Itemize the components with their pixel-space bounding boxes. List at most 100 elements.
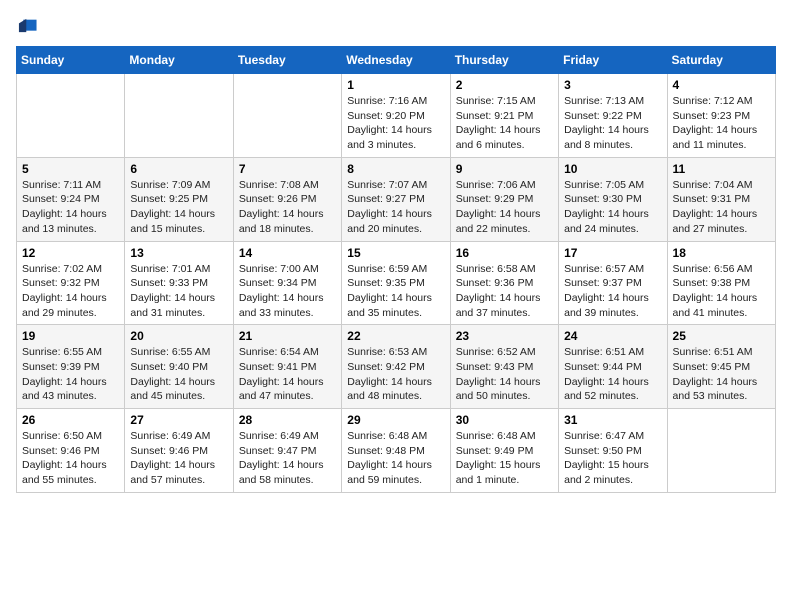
day-info: Sunrise: 7:16 AMSunset: 9:20 PMDaylight:… <box>347 94 444 153</box>
day-info: Sunrise: 7:09 AMSunset: 9:25 PMDaylight:… <box>130 178 227 237</box>
day-number: 3 <box>564 78 661 92</box>
day-number: 9 <box>456 162 553 176</box>
day-number: 8 <box>347 162 444 176</box>
day-info: Sunrise: 7:15 AMSunset: 9:21 PMDaylight:… <box>456 94 553 153</box>
calendar-cell: 21 Sunrise: 6:54 AMSunset: 9:41 PMDayligh… <box>233 325 341 409</box>
day-info: Sunrise: 6:55 AMSunset: 9:39 PMDaylight:… <box>22 345 119 404</box>
day-info: Sunrise: 6:54 AMSunset: 9:41 PMDaylight:… <box>239 345 336 404</box>
day-number: 18 <box>673 246 770 260</box>
calendar-cell: 7 Sunrise: 7:08 AMSunset: 9:26 PMDaylight… <box>233 157 341 241</box>
calendar-week-row: 26 Sunrise: 6:50 AMSunset: 9:46 PMDayligh… <box>17 409 776 493</box>
day-number: 31 <box>564 413 661 427</box>
day-number: 19 <box>22 329 119 343</box>
calendar-cell: 10Sunrise: 7:05 AMSunset: 9:30 PMDayligh… <box>559 157 667 241</box>
day-info: Sunrise: 6:48 AMSunset: 9:49 PMDaylight:… <box>456 429 553 488</box>
day-number: 6 <box>130 162 227 176</box>
calendar-day-header: Friday <box>559 47 667 74</box>
calendar-cell: 27 Sunrise: 6:49 AMSunset: 9:46 PMDayligh… <box>125 409 233 493</box>
day-number: 11 <box>673 162 770 176</box>
day-info: Sunrise: 6:50 AMSunset: 9:46 PMDaylight:… <box>22 429 119 488</box>
logo <box>16 16 42 38</box>
calendar-cell: 12Sunrise: 7:02 AMSunset: 9:32 PMDayligh… <box>17 241 125 325</box>
calendar-cell: 2 Sunrise: 7:15 AMSunset: 9:21 PMDaylight… <box>450 74 558 158</box>
day-info: Sunrise: 7:00 AMSunset: 9:34 PMDaylight:… <box>239 262 336 321</box>
day-number: 20 <box>130 329 227 343</box>
day-number: 17 <box>564 246 661 260</box>
calendar-week-row: 12Sunrise: 7:02 AMSunset: 9:32 PMDayligh… <box>17 241 776 325</box>
day-info: Sunrise: 6:52 AMSunset: 9:43 PMDaylight:… <box>456 345 553 404</box>
calendar-cell: 1 Sunrise: 7:16 AMSunset: 9:20 PMDaylight… <box>342 74 450 158</box>
calendar-cell: 15 Sunrise: 6:59 AMSunset: 9:35 PMDayligh… <box>342 241 450 325</box>
day-info: Sunrise: 6:48 AMSunset: 9:48 PMDaylight:… <box>347 429 444 488</box>
day-info: Sunrise: 7:12 AMSunset: 9:23 PMDaylight:… <box>673 94 770 153</box>
calendar-cell <box>233 74 341 158</box>
day-number: 23 <box>456 329 553 343</box>
calendar-cell: 16 Sunrise: 6:58 AMSunset: 9:36 PMDayligh… <box>450 241 558 325</box>
day-info: Sunrise: 7:01 AMSunset: 9:33 PMDaylight:… <box>130 262 227 321</box>
day-number: 7 <box>239 162 336 176</box>
calendar-day-header: Monday <box>125 47 233 74</box>
day-number: 29 <box>347 413 444 427</box>
calendar-day-header: Sunday <box>17 47 125 74</box>
day-number: 4 <box>673 78 770 92</box>
calendar-table: SundayMondayTuesdayWednesdayThursdayFrid… <box>16 46 776 493</box>
day-info: Sunrise: 6:53 AMSunset: 9:42 PMDaylight:… <box>347 345 444 404</box>
calendar-cell: 4 Sunrise: 7:12 AMSunset: 9:23 PMDaylight… <box>667 74 775 158</box>
day-info: Sunrise: 6:55 AMSunset: 9:40 PMDaylight:… <box>130 345 227 404</box>
calendar-cell: 20 Sunrise: 6:55 AMSunset: 9:40 PMDayligh… <box>125 325 233 409</box>
day-info: Sunrise: 6:57 AMSunset: 9:37 PMDaylight:… <box>564 262 661 321</box>
calendar-week-row: 19 Sunrise: 6:55 AMSunset: 9:39 PMDayligh… <box>17 325 776 409</box>
calendar-cell: 19 Sunrise: 6:55 AMSunset: 9:39 PMDayligh… <box>17 325 125 409</box>
day-number: 16 <box>456 246 553 260</box>
calendar-week-row: 5Sunrise: 7:11 AMSunset: 9:24 PMDaylight… <box>17 157 776 241</box>
calendar-cell: 9 Sunrise: 7:06 AMSunset: 9:29 PMDaylight… <box>450 157 558 241</box>
day-info: Sunrise: 7:11 AMSunset: 9:24 PMDaylight:… <box>22 178 119 237</box>
calendar-cell <box>667 409 775 493</box>
day-number: 28 <box>239 413 336 427</box>
day-number: 2 <box>456 78 553 92</box>
calendar-cell: 13 Sunrise: 7:01 AMSunset: 9:33 PMDayligh… <box>125 241 233 325</box>
calendar-cell: 22Sunrise: 6:53 AMSunset: 9:42 PMDayligh… <box>342 325 450 409</box>
calendar-day-header: Thursday <box>450 47 558 74</box>
calendar-cell: 17 Sunrise: 6:57 AMSunset: 9:37 PMDayligh… <box>559 241 667 325</box>
day-number: 1 <box>347 78 444 92</box>
day-number: 21 <box>239 329 336 343</box>
calendar-day-header: Saturday <box>667 47 775 74</box>
day-info: Sunrise: 6:49 AMSunset: 9:47 PMDaylight:… <box>239 429 336 488</box>
day-info: Sunrise: 6:47 AMSunset: 9:50 PMDaylight:… <box>564 429 661 488</box>
logo-icon <box>16 16 38 38</box>
day-number: 24 <box>564 329 661 343</box>
calendar-cell: 24Sunrise: 6:51 AMSunset: 9:44 PMDayligh… <box>559 325 667 409</box>
day-info: Sunrise: 6:59 AMSunset: 9:35 PMDaylight:… <box>347 262 444 321</box>
page-header <box>16 16 776 38</box>
day-info: Sunrise: 6:58 AMSunset: 9:36 PMDaylight:… <box>456 262 553 321</box>
calendar-cell: 25Sunrise: 6:51 AMSunset: 9:45 PMDayligh… <box>667 325 775 409</box>
calendar-cell: 28 Sunrise: 6:49 AMSunset: 9:47 PMDayligh… <box>233 409 341 493</box>
day-number: 13 <box>130 246 227 260</box>
day-number: 12 <box>22 246 119 260</box>
day-info: Sunrise: 7:05 AMSunset: 9:30 PMDaylight:… <box>564 178 661 237</box>
day-number: 25 <box>673 329 770 343</box>
calendar-cell: 11 Sunrise: 7:04 AMSunset: 9:31 PMDayligh… <box>667 157 775 241</box>
day-info: Sunrise: 7:07 AMSunset: 9:27 PMDaylight:… <box>347 178 444 237</box>
calendar-header-row: SundayMondayTuesdayWednesdayThursdayFrid… <box>17 47 776 74</box>
day-number: 15 <box>347 246 444 260</box>
calendar-cell <box>125 74 233 158</box>
calendar-cell: 3 Sunrise: 7:13 AMSunset: 9:22 PMDaylight… <box>559 74 667 158</box>
day-number: 27 <box>130 413 227 427</box>
day-info: Sunrise: 6:56 AMSunset: 9:38 PMDaylight:… <box>673 262 770 321</box>
day-info: Sunrise: 7:08 AMSunset: 9:26 PMDaylight:… <box>239 178 336 237</box>
day-info: Sunrise: 7:06 AMSunset: 9:29 PMDaylight:… <box>456 178 553 237</box>
calendar-day-header: Wednesday <box>342 47 450 74</box>
calendar-cell: 26 Sunrise: 6:50 AMSunset: 9:46 PMDayligh… <box>17 409 125 493</box>
calendar-cell: 8 Sunrise: 7:07 AMSunset: 9:27 PMDaylight… <box>342 157 450 241</box>
calendar-cell: 30Sunrise: 6:48 AMSunset: 9:49 PMDayligh… <box>450 409 558 493</box>
day-info: Sunrise: 7:04 AMSunset: 9:31 PMDaylight:… <box>673 178 770 237</box>
calendar-week-row: 1 Sunrise: 7:16 AMSunset: 9:20 PMDaylight… <box>17 74 776 158</box>
calendar-cell <box>17 74 125 158</box>
calendar-cell: 31 Sunrise: 6:47 AMSunset: 9:50 PMDayligh… <box>559 409 667 493</box>
day-number: 26 <box>22 413 119 427</box>
day-info: Sunrise: 6:49 AMSunset: 9:46 PMDaylight:… <box>130 429 227 488</box>
calendar-cell: 14Sunrise: 7:00 AMSunset: 9:34 PMDayligh… <box>233 241 341 325</box>
day-info: Sunrise: 7:13 AMSunset: 9:22 PMDaylight:… <box>564 94 661 153</box>
